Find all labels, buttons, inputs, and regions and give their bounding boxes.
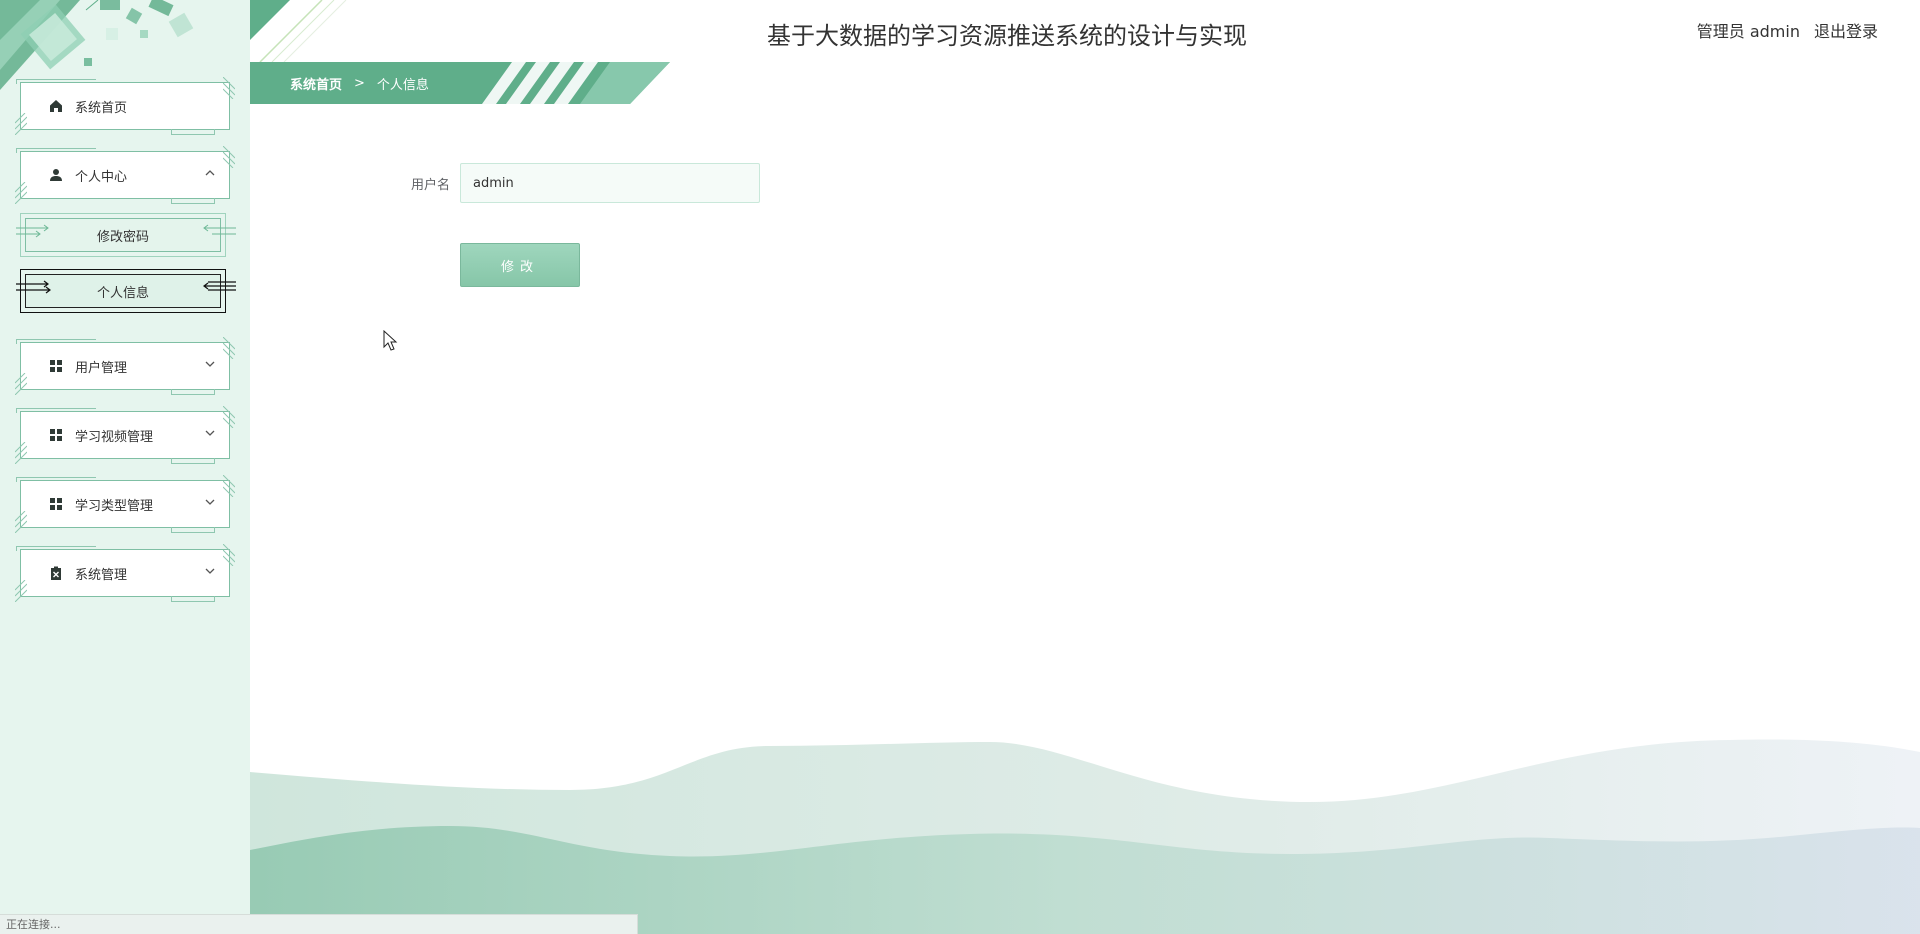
menu-corner-decoration — [16, 339, 96, 344]
username-label: 用户名 — [410, 178, 450, 193]
user-icon — [47, 166, 65, 184]
home-icon — [47, 97, 65, 115]
hatch-decoration — [223, 406, 235, 428]
hatch-decoration — [15, 182, 27, 204]
sidebar-item-label: 学习视频管理 — [75, 429, 154, 445]
sidebar-item-label: 个人中心 — [75, 169, 128, 185]
chevron-down-icon — [205, 568, 215, 574]
sidebar-item-label: 系统首页 — [75, 100, 128, 116]
menu-corner-decoration — [16, 148, 96, 153]
hatch-decoration — [15, 373, 27, 395]
hatch-decoration — [223, 337, 235, 359]
mouse-cursor-icon — [383, 330, 398, 351]
subitem-label: 个人信息 — [96, 285, 149, 301]
sidebar-item-system-management[interactable]: 系统管理 — [15, 544, 235, 602]
hatch-decoration — [15, 113, 27, 135]
menu-corner-decoration — [171, 129, 215, 135]
submit-button[interactable]: 修改 — [460, 243, 580, 287]
sidebar-item-label: 系统管理 — [75, 567, 128, 583]
hatch-decoration — [223, 544, 235, 566]
sidebar-item-personal-center[interactable]: 个人中心 — [15, 146, 235, 204]
menu-corner-decoration — [171, 458, 215, 464]
arrow-left-icon — [203, 281, 236, 291]
browser-status-bar: 正在连接... — [0, 914, 638, 934]
background-waves — [250, 739, 1920, 934]
breadcrumb: 系统首页 > 个人信息 — [290, 74, 429, 93]
breadcrumb-current: 个人信息 — [376, 78, 429, 93]
current-user-label: 管理员 admin — [1696, 22, 1800, 41]
sidebar-item-video-management[interactable]: 学习视频管理 — [15, 406, 235, 464]
hatch-decoration — [223, 146, 235, 168]
menu-corner-decoration — [16, 546, 96, 551]
hatch-decoration — [223, 475, 235, 497]
sidebar-item-home[interactable]: 系统首页 — [15, 77, 235, 135]
arrow-right-icon — [16, 224, 49, 238]
breadcrumb-home[interactable]: 系统首页 — [290, 74, 342, 93]
chevron-up-icon — [205, 170, 215, 176]
app-root: 系统首页 个人中心 修改密码 个人信息 用户管理 学习视频管理 学习类型管理 系… — [0, 0, 1920, 934]
sidebar-item-type-management[interactable]: 学习类型管理 — [15, 475, 235, 533]
hatch-decoration — [15, 442, 27, 464]
grid-icon — [47, 495, 65, 513]
menu-corner-decoration — [171, 198, 215, 204]
sidebar-decoration — [0, 0, 194, 90]
sidebar-item-label: 学习类型管理 — [75, 498, 154, 514]
grid-icon — [47, 357, 65, 375]
menu-corner-decoration — [16, 408, 96, 413]
hatch-decoration — [15, 580, 27, 602]
menu-corner-decoration — [171, 389, 215, 395]
sidebar-item-user-management[interactable]: 用户管理 — [15, 337, 235, 395]
sidebar-item-label: 用户管理 — [75, 360, 128, 376]
subitem-label: 修改密码 — [96, 229, 149, 245]
hatch-decoration — [15, 511, 27, 533]
menu-corner-decoration — [171, 596, 215, 602]
chevron-down-icon — [205, 361, 215, 367]
clipboard-icon — [47, 564, 65, 582]
logout-link[interactable]: 退出登录 — [1814, 18, 1878, 42]
arrow-left-icon — [203, 224, 236, 235]
sidebar-subitem-change-password[interactable]: 修改密码 — [16, 213, 236, 257]
sidebar-subitem-personal-info[interactable]: 个人信息 — [16, 269, 236, 313]
breadcrumb-separator: > — [354, 76, 365, 91]
menu-corner-decoration — [171, 527, 215, 533]
site-title: 基于大数据的学习资源推送系统的设计与实现 — [767, 22, 1247, 50]
arrow-right-icon — [16, 280, 51, 294]
sidebar: 系统首页 个人中心 修改密码 个人信息 用户管理 学习视频管理 学习类型管理 系… — [0, 0, 250, 934]
grid-icon — [47, 426, 65, 444]
chevron-down-icon — [205, 430, 215, 436]
header-user-area: 管理员 admin 退出登录 — [1697, 18, 1878, 42]
menu-corner-decoration — [16, 477, 96, 482]
chevron-down-icon — [205, 499, 215, 505]
username-input[interactable] — [460, 163, 760, 203]
